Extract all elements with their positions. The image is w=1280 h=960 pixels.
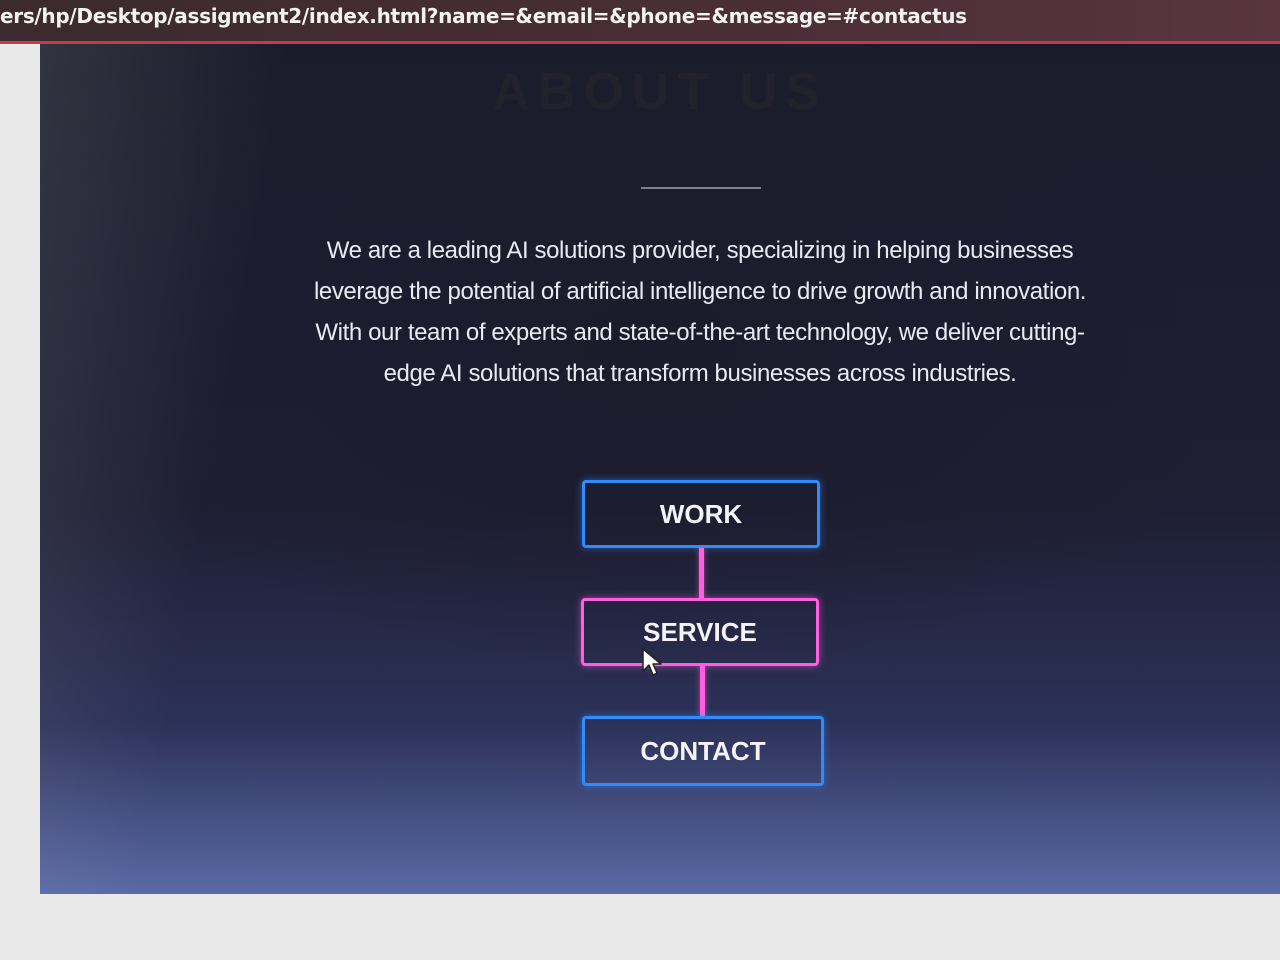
service-button[interactable]: SERVICE bbox=[581, 598, 819, 666]
work-button[interactable]: WORK bbox=[582, 480, 820, 548]
about-us-heading: ABOUT US bbox=[492, 63, 828, 121]
address-url[interactable]: ers/hp/Desktop/assigment2/index.html?nam… bbox=[0, 4, 967, 28]
heading-divider bbox=[641, 187, 761, 189]
about-description: We are a leading AI solutions provider, … bbox=[313, 237, 1087, 387]
connector-work-service bbox=[699, 548, 704, 598]
connector-service-contact bbox=[700, 666, 705, 716]
browser-address-bar[interactable]: ers/hp/Desktop/assigment2/index.html?nam… bbox=[0, 0, 1280, 44]
page-viewport: ABOUT US We are a leading AI solutions p… bbox=[40, 44, 1280, 894]
mouse-pointer-icon bbox=[642, 648, 662, 676]
contact-button[interactable]: CONTACT bbox=[582, 716, 824, 786]
